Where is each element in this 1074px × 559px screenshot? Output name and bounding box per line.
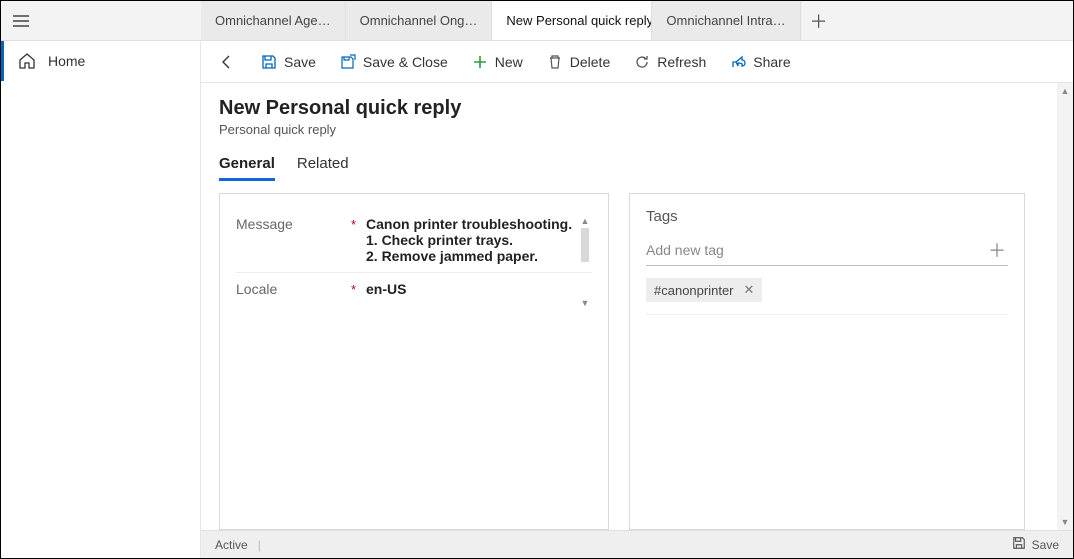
save-icon — [1012, 536, 1026, 553]
general-panel: Message * Canon printer troubleshooting.… — [219, 193, 609, 530]
new-tab-button[interactable]: ＋ — [801, 1, 837, 40]
add-tag-input[interactable] — [646, 242, 986, 258]
tab-related[interactable]: Related — [297, 155, 349, 181]
scrollbar-track[interactable] — [1057, 99, 1073, 514]
tab-general[interactable]: General — [219, 155, 275, 181]
add-tag-button[interactable]: ＋ — [986, 239, 1008, 261]
save-icon — [261, 54, 277, 70]
delete-button[interactable]: Delete — [537, 41, 620, 82]
page-title: New Personal quick reply — [219, 97, 1039, 120]
plus-icon: ＋ — [810, 8, 828, 34]
required-indicator: * — [351, 282, 356, 297]
message-label: Message — [236, 216, 293, 232]
required-indicator: * — [351, 217, 356, 232]
content-scrollbar[interactable]: ▲ ▼ — [1057, 83, 1073, 530]
new-button[interactable]: New — [462, 41, 533, 82]
back-button[interactable] — [209, 41, 247, 82]
chevron-up-icon[interactable]: ▲ — [1057, 83, 1073, 99]
status-save-button[interactable]: Save — [1012, 536, 1059, 553]
tag-chip-label: #canonprinter — [654, 283, 734, 298]
save-close-button[interactable]: Save & Close — [330, 41, 458, 82]
tab-strip: Omnichannel Age… Omnichannel Ong… New Pe… — [201, 1, 801, 40]
plus-icon — [472, 54, 488, 70]
tab-omnichannel-intraday[interactable]: Omnichannel Intra… — [652, 1, 800, 40]
scrollbar-thumb[interactable] — [581, 228, 589, 262]
chevron-up-icon[interactable]: ▲ — [581, 216, 590, 226]
tab-new-personal-quick-reply[interactable]: New Personal quick reply ✕ — [492, 1, 652, 40]
share-icon — [730, 54, 746, 70]
trash-icon — [547, 54, 563, 70]
tab-omnichannel-agent[interactable]: Omnichannel Age… — [201, 1, 346, 40]
share-button[interactable]: Share — [720, 41, 800, 82]
status-state: Active — [215, 538, 248, 552]
home-icon — [18, 52, 36, 70]
message-field[interactable]: Canon printer troubleshooting. 1. Check … — [366, 216, 592, 264]
tags-title: Tags — [646, 208, 1008, 225]
arrow-left-icon — [219, 54, 235, 70]
page-subtitle: Personal quick reply — [219, 122, 1039, 137]
save-button[interactable]: Save — [251, 41, 326, 82]
chevron-down-icon[interactable]: ▼ — [581, 298, 590, 308]
sidebar-item-home[interactable]: Home — [1, 41, 200, 81]
tab-omnichannel-ongoing[interactable]: Omnichannel Ong… — [346, 1, 493, 40]
plus-icon: ＋ — [988, 237, 1006, 263]
remove-tag-icon[interactable]: ✕ — [744, 282, 755, 298]
locale-field[interactable]: en-US — [366, 281, 592, 297]
locale-label: Locale — [236, 281, 277, 297]
save-close-icon — [340, 54, 356, 70]
refresh-icon — [634, 54, 650, 70]
chevron-down-icon[interactable]: ▼ — [1057, 514, 1073, 530]
hamburger-menu[interactable] — [1, 1, 41, 40]
hamburger-icon — [12, 12, 30, 30]
tags-panel: Tags ＋ #canonprinter ✕ — [629, 193, 1025, 530]
tag-chip[interactable]: #canonprinter ✕ — [646, 278, 762, 302]
refresh-button[interactable]: Refresh — [624, 41, 716, 82]
sidebar-item-label: Home — [48, 53, 85, 69]
